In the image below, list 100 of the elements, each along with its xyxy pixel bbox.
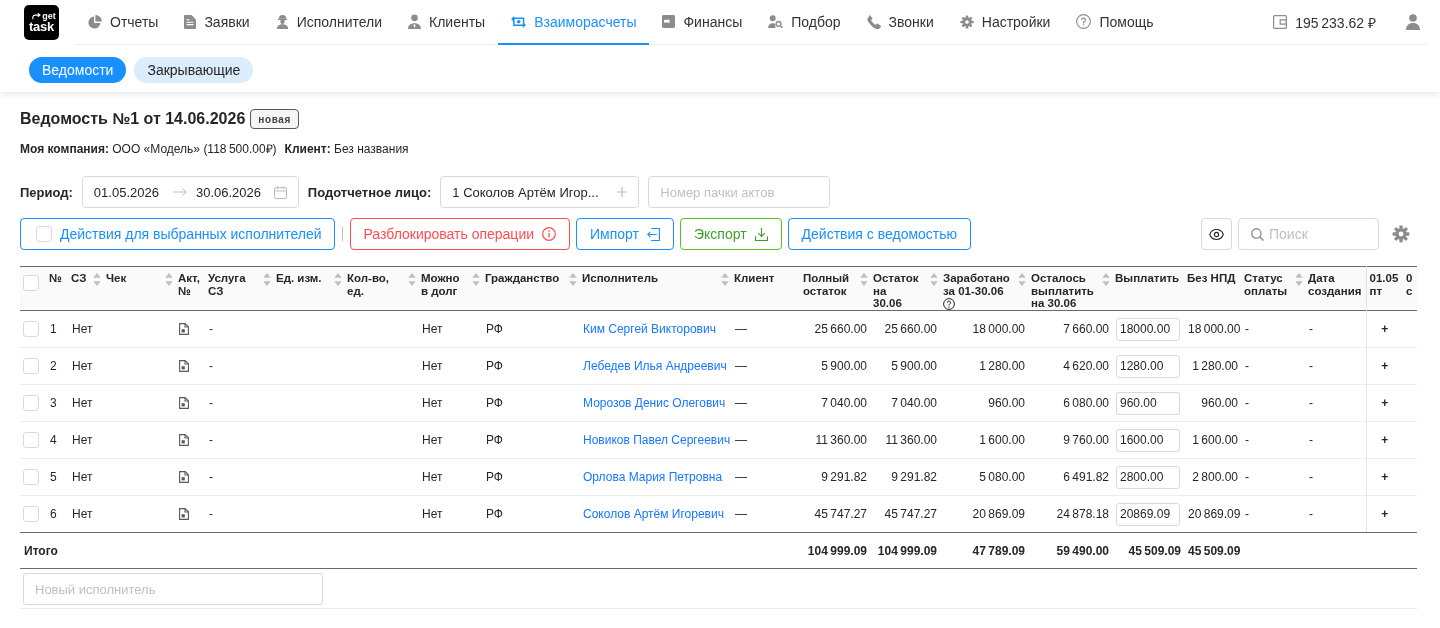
logo[interactable]: get task: [24, 5, 59, 40]
column-header[interactable]: Услуга СЗ: [208, 272, 271, 309]
column-header[interactable]: Гражданство: [485, 272, 577, 309]
executor-link[interactable]: Лебедев Илья Андреевич: [583, 359, 727, 373]
column-header[interactable]: Заработано за 01-30.06: [943, 272, 1026, 309]
column-header[interactable]: Остаток на 30.06: [873, 272, 938, 309]
amount-input[interactable]: 18000.00: [1116, 317, 1180, 341]
executor-link[interactable]: Морозов Денис Олегович: [583, 396, 726, 410]
search-icon: [1251, 228, 1264, 241]
column-header[interactable]: Можно в долг: [421, 272, 480, 309]
document-icon[interactable]: [179, 323, 189, 335]
sub-tab[interactable]: Закрывающие: [134, 57, 254, 83]
nav-tab[interactable]: Помощь: [1063, 0, 1167, 45]
row-checkbox[interactable]: [23, 395, 39, 411]
document-icon[interactable]: [179, 508, 189, 520]
table-cell: —: [731, 310, 800, 348]
column-header[interactable]: Чек: [106, 272, 173, 309]
column-header[interactable]: Ед. изм.: [276, 272, 342, 309]
add-button[interactable]: +: [1379, 359, 1391, 373]
table-cell: 1 600.00: [940, 421, 1028, 459]
table-cell: 9 291.82: [800, 458, 870, 496]
column-header[interactable]: СЗ: [71, 272, 101, 309]
document-icon[interactable]: [179, 434, 189, 446]
action-button[interactable]: Экспорт: [680, 218, 782, 250]
nav-tab[interactable]: Настройки: [946, 0, 1064, 45]
amount-input[interactable]: 20869.09: [1116, 502, 1180, 526]
settings-icon[interactable]: [1392, 225, 1410, 243]
table-cell: Нет: [68, 384, 103, 422]
help-icon[interactable]: [943, 298, 955, 310]
sort-icon[interactable]: [860, 273, 868, 286]
act-number-input[interactable]: Номер пачки актов: [648, 176, 831, 208]
new-executor-input[interactable]: Новый исполнитель: [23, 573, 323, 605]
nav-tab[interactable]: Клиенты: [395, 0, 499, 45]
table-cell: -: [205, 310, 273, 348]
checkbox[interactable]: [36, 226, 52, 242]
add-button[interactable]: +: [1379, 433, 1391, 447]
total-cell: 104 999.09: [800, 532, 870, 569]
nav-tab[interactable]: Исполнители: [262, 0, 396, 45]
sort-icon[interactable]: [1102, 273, 1110, 286]
column-header[interactable]: Кол-во, ед.: [347, 272, 416, 309]
add-button[interactable]: +: [1379, 507, 1391, 521]
table-cell: 2 800.00: [1184, 458, 1241, 496]
sort-icon[interactable]: [1018, 273, 1026, 286]
row-checkbox[interactable]: [23, 506, 39, 522]
select-all-checkbox[interactable]: [23, 275, 39, 291]
nav-tab[interactable]: Отчеты: [75, 0, 172, 45]
nav-tab[interactable]: Звонки: [853, 0, 947, 45]
executor-link[interactable]: Орлова Мария Петровна: [583, 470, 723, 484]
worker-icon: [275, 14, 289, 29]
visibility-button[interactable]: [1201, 218, 1232, 250]
user-icon[interactable]: [1406, 14, 1420, 30]
column-header[interactable]: Полный остаток: [803, 272, 868, 309]
total-cell: 47 789.09: [940, 532, 1028, 569]
sort-icon[interactable]: [472, 273, 480, 286]
sort-icon[interactable]: [721, 273, 729, 286]
document-icon[interactable]: [179, 471, 189, 483]
executor-link[interactable]: Ким Сергей Викторович: [583, 322, 716, 336]
sort-icon[interactable]: [1295, 273, 1303, 286]
sort-icon[interactable]: [408, 273, 416, 286]
sort-icon[interactable]: [263, 273, 271, 286]
table-cell: 6 491.82: [1028, 458, 1112, 496]
download-icon: [754, 227, 768, 241]
sort-icon[interactable]: [569, 273, 577, 286]
amount-input[interactable]: 1280.00: [1116, 354, 1180, 378]
add-button[interactable]: +: [1379, 396, 1391, 410]
search-input[interactable]: Поиск: [1238, 218, 1379, 250]
date-range-field[interactable]: 01.05.2026 30.06.2026: [81, 176, 299, 208]
executor-link[interactable]: Новиков Павел Сергеевич: [583, 433, 731, 447]
amount-input[interactable]: 960.00: [1116, 391, 1180, 415]
table-cell: -: [1241, 347, 1305, 385]
table-cell: 960.00: [940, 384, 1028, 422]
settings-icon: [959, 14, 974, 29]
column-header[interactable]: Статус оплаты: [1244, 272, 1303, 309]
table-cell: -: [1241, 310, 1305, 348]
column-header[interactable]: Исполнитель: [582, 272, 729, 309]
sort-icon[interactable]: [93, 273, 101, 286]
document-icon[interactable]: [179, 397, 189, 409]
row-checkbox[interactable]: [23, 321, 39, 337]
add-button[interactable]: +: [1379, 322, 1391, 336]
document-icon[interactable]: [179, 360, 189, 372]
nav-tab[interactable]: Заявки: [171, 0, 263, 45]
nav-tab[interactable]: Финансы: [649, 0, 756, 45]
executor-link[interactable]: Соколов Артём Игоревич: [583, 507, 724, 521]
sort-icon[interactable]: [334, 273, 342, 286]
row-checkbox[interactable]: [23, 432, 39, 448]
column-header[interactable]: Осталось выплатить на 30.06: [1031, 272, 1110, 309]
person-select[interactable]: 1 Соколов Артём Игор...: [440, 176, 640, 208]
row-checkbox[interactable]: [23, 358, 39, 374]
amount-input[interactable]: 2800.00: [1116, 465, 1180, 489]
table-cell: РФ: [482, 384, 579, 422]
sort-icon[interactable]: [165, 273, 173, 286]
table-cell: Нет: [418, 495, 482, 533]
table-cell: 20 869.09: [1184, 495, 1241, 533]
nav-tab[interactable]: Подбор: [755, 0, 854, 45]
table-cell: РФ: [482, 310, 579, 348]
sort-icon[interactable]: [930, 273, 938, 286]
amount-input[interactable]: 1600.00: [1116, 428, 1180, 452]
table-cell: 9 291.82: [870, 458, 940, 496]
row-checkbox[interactable]: [23, 469, 39, 485]
add-button[interactable]: +: [1379, 470, 1391, 484]
